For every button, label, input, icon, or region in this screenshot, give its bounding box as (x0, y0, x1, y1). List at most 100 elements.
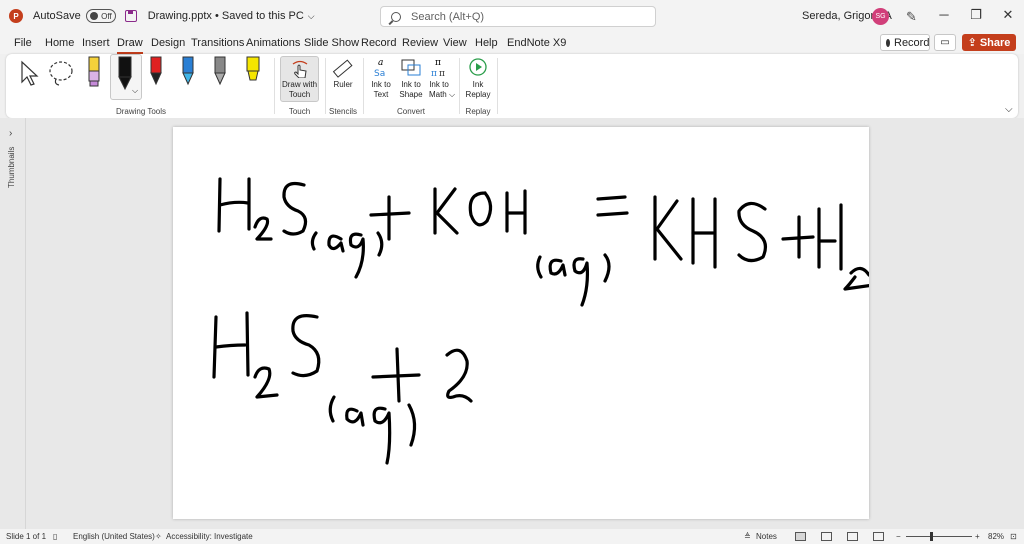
slide-sorter-icon[interactable] (821, 532, 832, 541)
ink-drawing[interactable] (173, 127, 869, 519)
document-title[interactable]: Drawing.pptx • Saved to this PC (148, 10, 304, 22)
ribbon-divider (497, 58, 498, 114)
tab-help[interactable]: Help (475, 37, 498, 49)
close-button[interactable]: ✕ (998, 7, 1018, 23)
draw-with-touch-label-1: Draw with (281, 80, 318, 89)
notes-button[interactable]: Notes (756, 532, 777, 541)
svg-text:a: a (378, 58, 383, 68)
zoom-slider-handle[interactable] (930, 532, 933, 541)
save-icon[interactable] (124, 10, 137, 22)
ribbon-tabs: File Home Insert Draw Design Transitions… (0, 32, 1024, 54)
record-label: Record (894, 36, 930, 49)
tab-record[interactable]: Record (361, 37, 396, 49)
lasso-select-icon[interactable] (46, 58, 76, 88)
ink-replay-label-1: Ink (472, 80, 484, 89)
tab-animations[interactable]: Animations (246, 37, 300, 49)
touch-hand-icon (292, 60, 308, 78)
slide-canvas[interactable] (173, 127, 869, 519)
svg-text:π: π (439, 69, 445, 78)
group-label-convert: Convert (396, 107, 425, 116)
record-icon (886, 38, 890, 47)
avatar[interactable]: SG (872, 8, 889, 25)
pen-blue-icon[interactable] (180, 56, 196, 90)
select-pointer-icon[interactable] (16, 58, 40, 88)
autosave-state: Off (101, 11, 112, 21)
ink-line-2 (212, 311, 473, 465)
slideshow-icon[interactable] (873, 532, 884, 541)
ruler-label[interactable]: Ruler (328, 80, 358, 90)
ribbon-divider (459, 58, 460, 114)
svg-text:π: π (435, 58, 441, 68)
powerpoint-logo-icon: P (9, 9, 23, 23)
accessibility-icon: ✧ (155, 532, 162, 541)
ink-to-math-label-1: Ink to (429, 80, 449, 89)
tab-draw[interactable]: Draw (117, 37, 143, 54)
comments-button[interactable]: ▭ (934, 34, 956, 51)
ink-to-text-label-2: Text (373, 90, 389, 99)
notes-icon: ≜ (744, 532, 751, 541)
zoom-in-icon[interactable]: + (975, 532, 980, 541)
pen-red-icon[interactable] (148, 56, 164, 90)
tab-file[interactable]: File (14, 37, 32, 49)
ribbon-divider (325, 58, 326, 114)
tab-transitions[interactable]: Transitions (191, 37, 244, 49)
reading-view-icon[interactable] (847, 532, 858, 541)
tab-view[interactable]: View (443, 37, 467, 49)
ribbon-divider (274, 58, 275, 114)
record-button[interactable]: Record (880, 34, 930, 51)
group-label-replay: Replay (465, 107, 491, 116)
share-button[interactable]: ⇪ Share (962, 34, 1016, 51)
autosave-label: AutoSave (33, 10, 81, 22)
ink-to-math-label-2: Math ⌵ (428, 90, 456, 99)
accessibility-status[interactable]: Accessibility: Investigate (166, 532, 253, 541)
tab-design[interactable]: Design (151, 37, 185, 49)
thumbnails-pane[interactable]: › Thumbnails (0, 118, 26, 529)
tab-review[interactable]: Review (402, 37, 438, 49)
zoom-slider-track[interactable] (906, 536, 972, 537)
fit-to-window-icon[interactable]: ⊡ (1010, 532, 1017, 541)
pen-lilac-icon[interactable] (86, 56, 102, 90)
ink-to-shape-label-1: Ink to (401, 80, 421, 89)
pencil-gray-icon[interactable] (212, 56, 228, 90)
chevron-down-icon[interactable]: ⌵ (308, 11, 315, 22)
share-label: Share (979, 36, 1011, 49)
language-indicator[interactable]: English (United States) (73, 532, 155, 541)
ink-replay-icon[interactable] (467, 56, 489, 78)
spelling-icon[interactable]: ▯ (53, 532, 57, 541)
ribbon: ⌵ Drawing Tools Draw with Touch Touch Ru… (6, 54, 1018, 118)
pen-options-chevron-icon[interactable]: ⌵ (132, 86, 138, 96)
workspace: › Thumbnails (0, 118, 1024, 529)
search-icon (391, 11, 401, 22)
ink-to-text-label-1: Ink to (371, 80, 391, 89)
group-label-touch: Touch (288, 107, 311, 116)
ruler-icon[interactable] (332, 58, 354, 80)
search-box[interactable]: Search (Alt+Q) (380, 6, 656, 27)
ink-to-text-icon[interactable]: a Sa (371, 56, 393, 78)
tab-insert[interactable]: Insert (82, 37, 110, 49)
status-bar: Slide 1 of 1 ▯ English (United States) ✧… (0, 529, 1024, 544)
ribbon-collapse-chevron-icon[interactable]: ⌵ (1005, 104, 1013, 115)
toggle-knob (89, 12, 98, 20)
highlighter-yellow-icon[interactable] (244, 56, 262, 90)
slide-counter: Slide 1 of 1 (6, 532, 47, 541)
ink-to-shape-icon[interactable] (399, 56, 423, 78)
ribbon-divider (363, 58, 364, 114)
draw-with-touch-label-2: Touch (288, 90, 311, 99)
group-label-drawing-tools: Drawing Tools (115, 107, 167, 116)
thumbnails-label: Thumbnails (7, 146, 16, 188)
normal-view-icon[interactable] (795, 532, 806, 541)
svg-text:Sa: Sa (374, 69, 385, 78)
ink-to-math-icon[interactable]: π π π (428, 56, 452, 78)
autosave-toggle[interactable]: Off (85, 9, 116, 23)
zoom-level[interactable]: 82% (988, 532, 1004, 541)
expand-chevron-icon[interactable]: › (9, 128, 12, 139)
minimize-button[interactable]: ─ (934, 7, 954, 22)
tab-endnote[interactable]: EndNote X9 (507, 37, 566, 49)
zoom-out-icon[interactable]: − (896, 532, 901, 541)
tab-home[interactable]: Home (45, 37, 74, 49)
search-placeholder: Search (Alt+Q) (411, 10, 485, 23)
designer-pen-icon[interactable]: ✎ (906, 9, 917, 25)
tab-slide-show[interactable]: Slide Show (304, 37, 359, 49)
restore-button[interactable]: ❐ (966, 7, 986, 23)
share-icon: ⇪ (967, 37, 977, 49)
